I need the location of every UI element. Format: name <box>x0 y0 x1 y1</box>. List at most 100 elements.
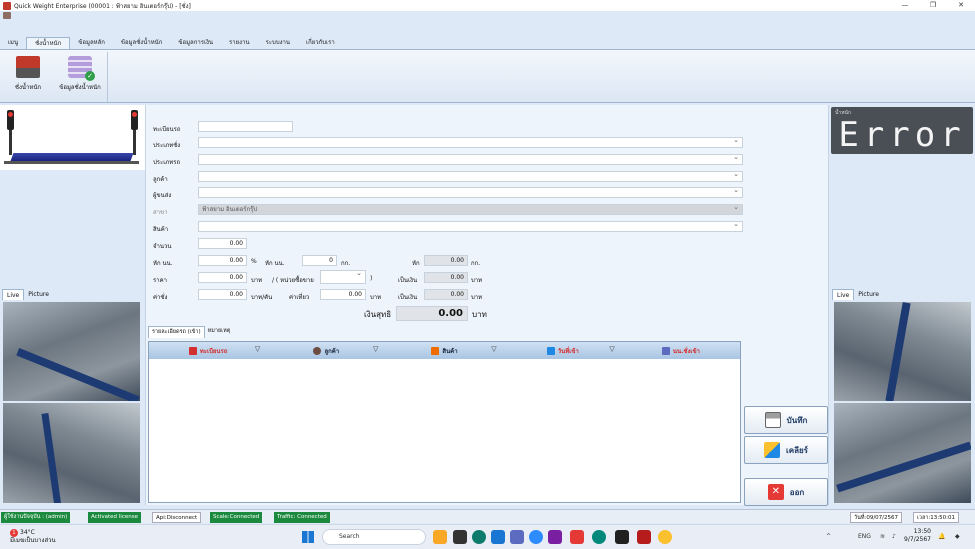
left-camera-tabs: Live Picture <box>2 289 53 300</box>
customer-select[interactable] <box>198 170 743 182</box>
truck-type-select[interactable] <box>198 153 743 165</box>
column-product-label: สินค้า <box>442 347 458 355</box>
person-icon <box>313 346 322 355</box>
right-tab-picture[interactable]: Picture <box>854 289 883 300</box>
taskbar-clock[interactable]: 13:50 9/7/2567 <box>904 528 931 544</box>
save-icon <box>764 412 781 428</box>
weigh-data-button[interactable]: ข้อมูลชั่งน้ำหนัก <box>54 56 106 92</box>
zoom-app-icon[interactable] <box>529 530 543 544</box>
fee-input[interactable]: 0.00 <box>198 289 247 300</box>
minimize-button[interactable]: — <box>891 0 919 11</box>
weigh-button[interactable]: ชั่งน้ำหนัก <box>2 56 54 92</box>
deduct-right-value: 0.00 <box>424 255 468 266</box>
plate-input[interactable] <box>198 121 293 132</box>
folder-app-icon[interactable] <box>433 530 447 544</box>
weather-widget[interactable]: 1 34°C มีเมฆเป็นบางส่วน <box>10 529 56 545</box>
filter-icon[interactable]: ▽ <box>609 345 614 353</box>
price-input[interactable]: 0.00 <box>198 272 247 283</box>
close-button[interactable]: ✕ <box>947 0 975 11</box>
tab-about[interactable]: เกี่ยวกับเรา <box>298 37 343 49</box>
chrome-app-icon[interactable] <box>658 530 672 544</box>
deduct-weight-label: หัก นน. <box>265 260 285 267</box>
truck-type-label: ประเภทรถ <box>153 159 181 166</box>
maximize-button[interactable]: ❐ <box>919 0 947 11</box>
weigh-type-select[interactable] <box>198 136 743 148</box>
status-date: วันที่:09/07/2567 <box>850 512 903 523</box>
table-header: ทะเบียนรถ ▽ ลูกค้า ▽ สินค้า ▽ วันที่เข้า… <box>149 342 740 359</box>
column-date-in[interactable]: วันที่เข้า ▽ <box>504 342 622 359</box>
weigh-type-label: ประเภทชั่ง <box>153 142 181 149</box>
filter-icon[interactable]: ▽ <box>373 345 378 353</box>
tray-chevron-icon[interactable]: ^ <box>826 533 831 540</box>
line-app-icon[interactable] <box>615 530 629 544</box>
deduct-weight-input[interactable]: 0 <box>302 255 337 266</box>
column-product[interactable]: สินค้า ▽ <box>385 342 503 359</box>
left-tab-live[interactable]: Live <box>2 289 25 300</box>
tab-weigh[interactable]: ชั่งน้ำหนัก <box>26 37 71 49</box>
save-button[interactable]: บันทึก <box>744 406 828 434</box>
product-select[interactable] <box>198 220 743 232</box>
exit-button[interactable]: ✕ ออก <box>744 478 828 506</box>
windows-start-icon[interactable] <box>302 531 314 543</box>
store-app-icon[interactable] <box>491 530 505 544</box>
tab-system[interactable]: ระบบงาน <box>258 37 298 49</box>
filter-icon[interactable]: ▽ <box>491 345 496 353</box>
truck-in-table[interactable]: ทะเบียนรถ ▽ ลูกค้า ▽ สินค้า ▽ วันที่เข้า… <box>148 341 741 503</box>
edge-app-icon[interactable] <box>472 530 486 544</box>
clock-date: 9/7/2567 <box>904 536 931 543</box>
scale-rail <box>885 302 911 401</box>
outlook-app-icon[interactable] <box>510 530 524 544</box>
tab-menu[interactable]: เมนู <box>0 37 26 49</box>
broom-icon <box>764 442 780 458</box>
calendar-icon <box>546 346 555 355</box>
scale-graphic <box>0 105 145 170</box>
window-controls: — ❐ ✕ <box>891 0 975 11</box>
unit-select[interactable] <box>320 269 366 284</box>
media-app-icon[interactable] <box>453 530 467 544</box>
scale-rail <box>836 441 971 493</box>
deduct-right-label: หัก <box>412 260 420 267</box>
right-camera-view-2 <box>834 403 971 503</box>
sender-label: ผู้ขนส่ง <box>153 192 172 199</box>
left-camera-view-2 <box>3 403 140 503</box>
net-label: เงินสุทธิ <box>364 310 392 319</box>
box-icon <box>431 346 440 355</box>
anydesk-app-icon[interactable] <box>570 530 584 544</box>
trip-input[interactable]: 0.00 <box>320 289 366 300</box>
quick-weight-app-icon[interactable] <box>637 530 651 544</box>
tab-finance[interactable]: ข้อมูลการเงิน <box>170 37 221 49</box>
tab-weigh-data[interactable]: ข้อมูลชั่งน้ำหนัก <box>113 37 171 49</box>
copilot-icon[interactable]: ◆ <box>955 533 960 540</box>
teams-app-icon[interactable] <box>548 530 562 544</box>
column-customer[interactable]: ลูกค้า ▽ <box>267 342 385 359</box>
status-license: Activated license <box>88 512 141 523</box>
taskbar-search[interactable]: Search <box>322 529 426 545</box>
tab-report[interactable]: รายงาน <box>221 37 258 49</box>
language-indicator[interactable]: ENG <box>858 533 871 540</box>
notification-icon[interactable]: 🔔 <box>938 533 945 540</box>
status-bar: ผู้ใช้งานปัจจุบัน : (admin) Activated li… <box>0 509 975 523</box>
volume-icon[interactable]: ♪ <box>892 533 896 540</box>
branch-select: ฟ้าสยาม อินเตอร์กรุ๊ป <box>198 203 743 215</box>
column-plate[interactable]: ทะเบียนรถ ▽ <box>149 342 267 359</box>
column-weight-in[interactable]: นน.ชั่งเข้า <box>622 342 740 359</box>
vpn-app-icon[interactable] <box>592 530 606 544</box>
tab-truck-in-detail[interactable]: รายละเอียดรถ (เข้า) <box>148 326 205 338</box>
traffic-light-left-icon <box>7 110 14 130</box>
document-icon[interactable] <box>3 12 11 19</box>
sender-select[interactable] <box>198 186 743 198</box>
filter-icon[interactable]: ▽ <box>255 345 260 353</box>
weather-badge: 1 <box>10 529 18 537</box>
left-tab-picture[interactable]: Picture <box>24 289 53 300</box>
clear-button[interactable]: เคลียร์ <box>744 436 828 464</box>
scale-base <box>4 161 139 164</box>
deduct-percent-input[interactable]: 0.00 <box>198 255 247 266</box>
net-unit: บาท <box>472 310 487 319</box>
ribbon-separator <box>107 52 108 102</box>
tab-master-data[interactable]: ข้อมูลหลัก <box>70 37 113 49</box>
qty-input[interactable]: 0.00 <box>198 238 247 249</box>
exit-button-label: ออก <box>789 487 805 497</box>
tab-remark[interactable]: หมายเหตุ <box>205 326 234 338</box>
wifi-icon[interactable]: ≋ <box>880 533 885 540</box>
right-tab-live[interactable]: Live <box>832 289 855 300</box>
